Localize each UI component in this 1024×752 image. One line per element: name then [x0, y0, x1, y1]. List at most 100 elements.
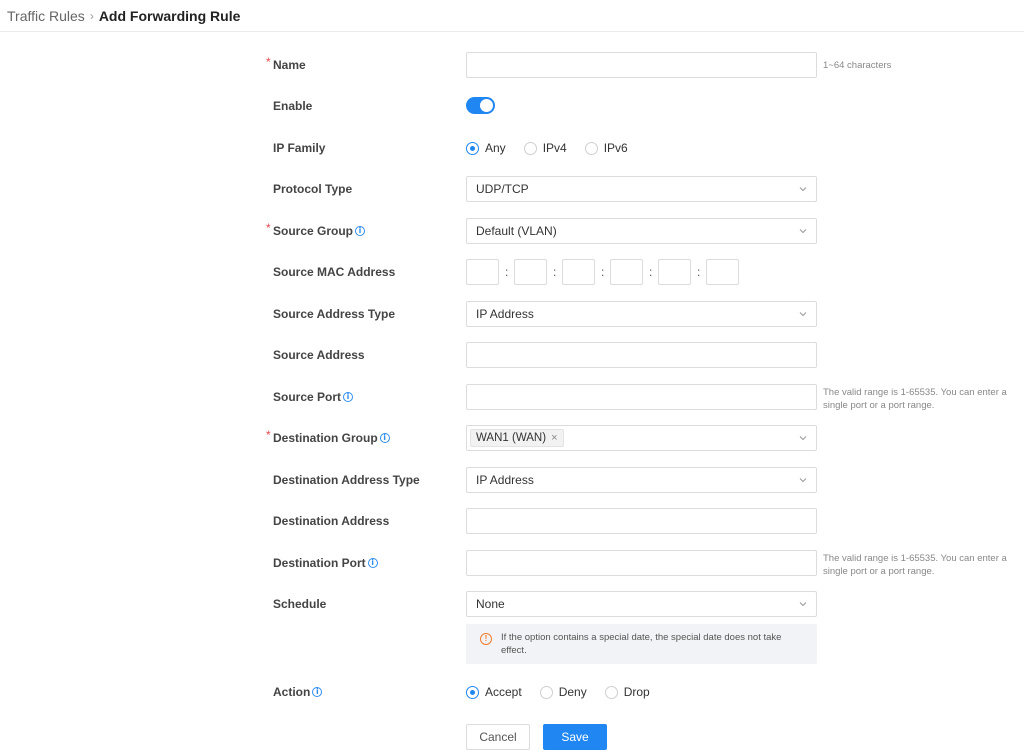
radio-unchecked[interactable] — [539, 685, 553, 699]
radio-label: Deny — [558, 685, 587, 699]
action-label-text: Action — [273, 685, 311, 699]
radio-unchecked[interactable] — [584, 141, 598, 155]
destination-port-row: Destination Port i The valid range is 1-6… — [0, 550, 1024, 577]
destination-address-input[interactable] — [466, 508, 817, 534]
source-port-hint: The valid range is 1-65535. You can ente… — [823, 387, 1007, 411]
mac-separator: : — [649, 265, 653, 279]
source-group-row: * Source Group i Default (VLAN) — [0, 218, 1024, 244]
ip-family-option-ipv6[interactable]: IPv6 — [584, 141, 628, 155]
source-mac-label: Source MAC Address — [273, 265, 396, 279]
destination-group-label: Destination Group i — [273, 425, 390, 451]
source-port-label-text: Source Port — [273, 390, 342, 404]
ip-family-option-any[interactable]: Any — [466, 141, 506, 155]
destination-port-hint: The valid range is 1-65535. You can ente… — [823, 553, 1007, 577]
source-address-type-select[interactable]: IP Address — [466, 301, 817, 327]
source-group-label: Source Group i — [273, 218, 366, 244]
destination-group-tag: WAN1 (WAN) × — [470, 429, 564, 447]
ip-family-row: IP Family Any IPv4 IPv6 — [0, 135, 1024, 161]
required-marker: * — [266, 221, 271, 235]
schedule-notice-text: If the option contains a special date, t… — [501, 632, 782, 656]
source-port-row: Source Port i The valid range is 1-65535.… — [0, 384, 1024, 411]
source-port-input[interactable] — [466, 384, 817, 410]
radio-label: Drop — [623, 685, 650, 699]
source-mac-row: Source MAC Address : : : : : — [0, 259, 1024, 285]
source-group-label-text: Source Group — [273, 224, 354, 238]
destination-group-select[interactable]: WAN1 (WAN) × — [466, 425, 817, 451]
ip-family-option-ipv4[interactable]: IPv4 — [523, 141, 567, 155]
warning-icon: ! — [480, 633, 492, 645]
radio-checked[interactable] — [466, 141, 479, 155]
destination-group-row: * Destination Group i WAN1 (WAN) × — [0, 425, 1024, 451]
action-row: Action i Accept Deny Drop — [0, 679, 1024, 705]
enable-row: Enable — [0, 93, 1024, 119]
save-button[interactable]: Save — [543, 724, 607, 750]
action-label: Action i — [273, 679, 323, 705]
breadcrumb-traffic-rules[interactable]: Traffic Rules — [7, 8, 85, 24]
destination-address-type-row: Destination Address Type IP Address — [0, 467, 1024, 493]
info-icon[interactable]: i — [367, 558, 378, 568]
chevron-down-icon — [799, 312, 807, 317]
breadcrumb-separator: › — [89, 8, 94, 23]
info-icon[interactable]: i — [355, 226, 366, 236]
source-address-type-label: Source Address Type — [273, 307, 396, 321]
action-option-accept[interactable]: Accept — [466, 685, 522, 699]
close-icon[interactable]: × — [551, 432, 557, 444]
radio-label: IPv4 — [542, 141, 567, 155]
mac-octet-input[interactable] — [610, 259, 643, 285]
name-row: * Name 1~64 characters — [0, 52, 1024, 78]
name-input[interactable] — [466, 52, 817, 78]
mac-separator: : — [697, 265, 701, 279]
radio-label: Accept — [485, 685, 522, 699]
destination-port-label-text: Destination Port — [273, 556, 366, 570]
radio-label: Any — [485, 141, 506, 155]
page-title: Add Forwarding Rule — [98, 7, 241, 24]
name-label: Name — [273, 58, 306, 72]
protocol-type-row: Protocol Type UDP/TCP — [0, 176, 1024, 202]
schedule-select[interactable]: None — [466, 591, 817, 617]
source-address-type-value: IP Address — [476, 307, 534, 321]
schedule-notice: ! If the option contains a special date,… — [466, 624, 817, 664]
mac-octet-input[interactable] — [706, 259, 739, 285]
mac-separator: : — [505, 265, 509, 279]
source-address-type-row: Source Address Type IP Address — [0, 301, 1024, 327]
required-marker: * — [266, 428, 271, 442]
action-option-deny[interactable]: Deny — [539, 685, 587, 699]
destination-port-input[interactable] — [466, 550, 817, 576]
breadcrumb: Traffic Rules › Add Forwarding Rule — [0, 0, 1024, 32]
ip-family-radio-group: Any IPv4 IPv6 — [466, 135, 646, 161]
mac-octet-input[interactable] — [562, 259, 595, 285]
mac-octet-input[interactable] — [658, 259, 691, 285]
mac-octet-input[interactable] — [514, 259, 547, 285]
tag-label: WAN1 (WAN) — [476, 432, 547, 444]
info-icon[interactable]: i — [312, 687, 323, 697]
chevron-down-icon — [799, 478, 807, 483]
ip-family-label: IP Family — [273, 141, 326, 155]
chevron-down-icon — [799, 229, 807, 234]
action-radio-group: Accept Deny Drop — [466, 679, 668, 705]
action-option-drop[interactable]: Drop — [604, 685, 650, 699]
toggle-knob — [480, 99, 493, 112]
name-hint: 1~64 characters — [823, 60, 892, 71]
mac-octet-input[interactable] — [466, 259, 499, 285]
info-icon[interactable]: i — [379, 433, 390, 443]
radio-unchecked[interactable] — [523, 141, 537, 155]
source-address-row: Source Address — [0, 342, 1024, 368]
radio-unchecked[interactable] — [604, 685, 618, 699]
source-port-label: Source Port i — [273, 384, 354, 410]
chevron-down-icon — [799, 602, 807, 607]
schedule-label: Schedule — [273, 597, 327, 611]
protocol-type-select[interactable]: UDP/TCP — [466, 176, 817, 202]
source-group-select[interactable]: Default (VLAN) — [466, 218, 817, 244]
source-address-input[interactable] — [466, 342, 817, 368]
source-address-label: Source Address — [273, 348, 365, 362]
schedule-value: None — [476, 597, 505, 611]
info-icon[interactable]: i — [343, 392, 354, 402]
mac-separator: : — [553, 265, 557, 279]
required-marker: * — [266, 55, 271, 69]
enable-toggle[interactable] — [466, 97, 495, 114]
destination-address-type-select[interactable]: IP Address — [466, 467, 817, 493]
cancel-button[interactable]: Cancel — [466, 724, 530, 750]
destination-group-label-text: Destination Group — [273, 431, 378, 445]
protocol-type-value: UDP/TCP — [476, 182, 529, 196]
radio-checked[interactable] — [466, 685, 479, 699]
